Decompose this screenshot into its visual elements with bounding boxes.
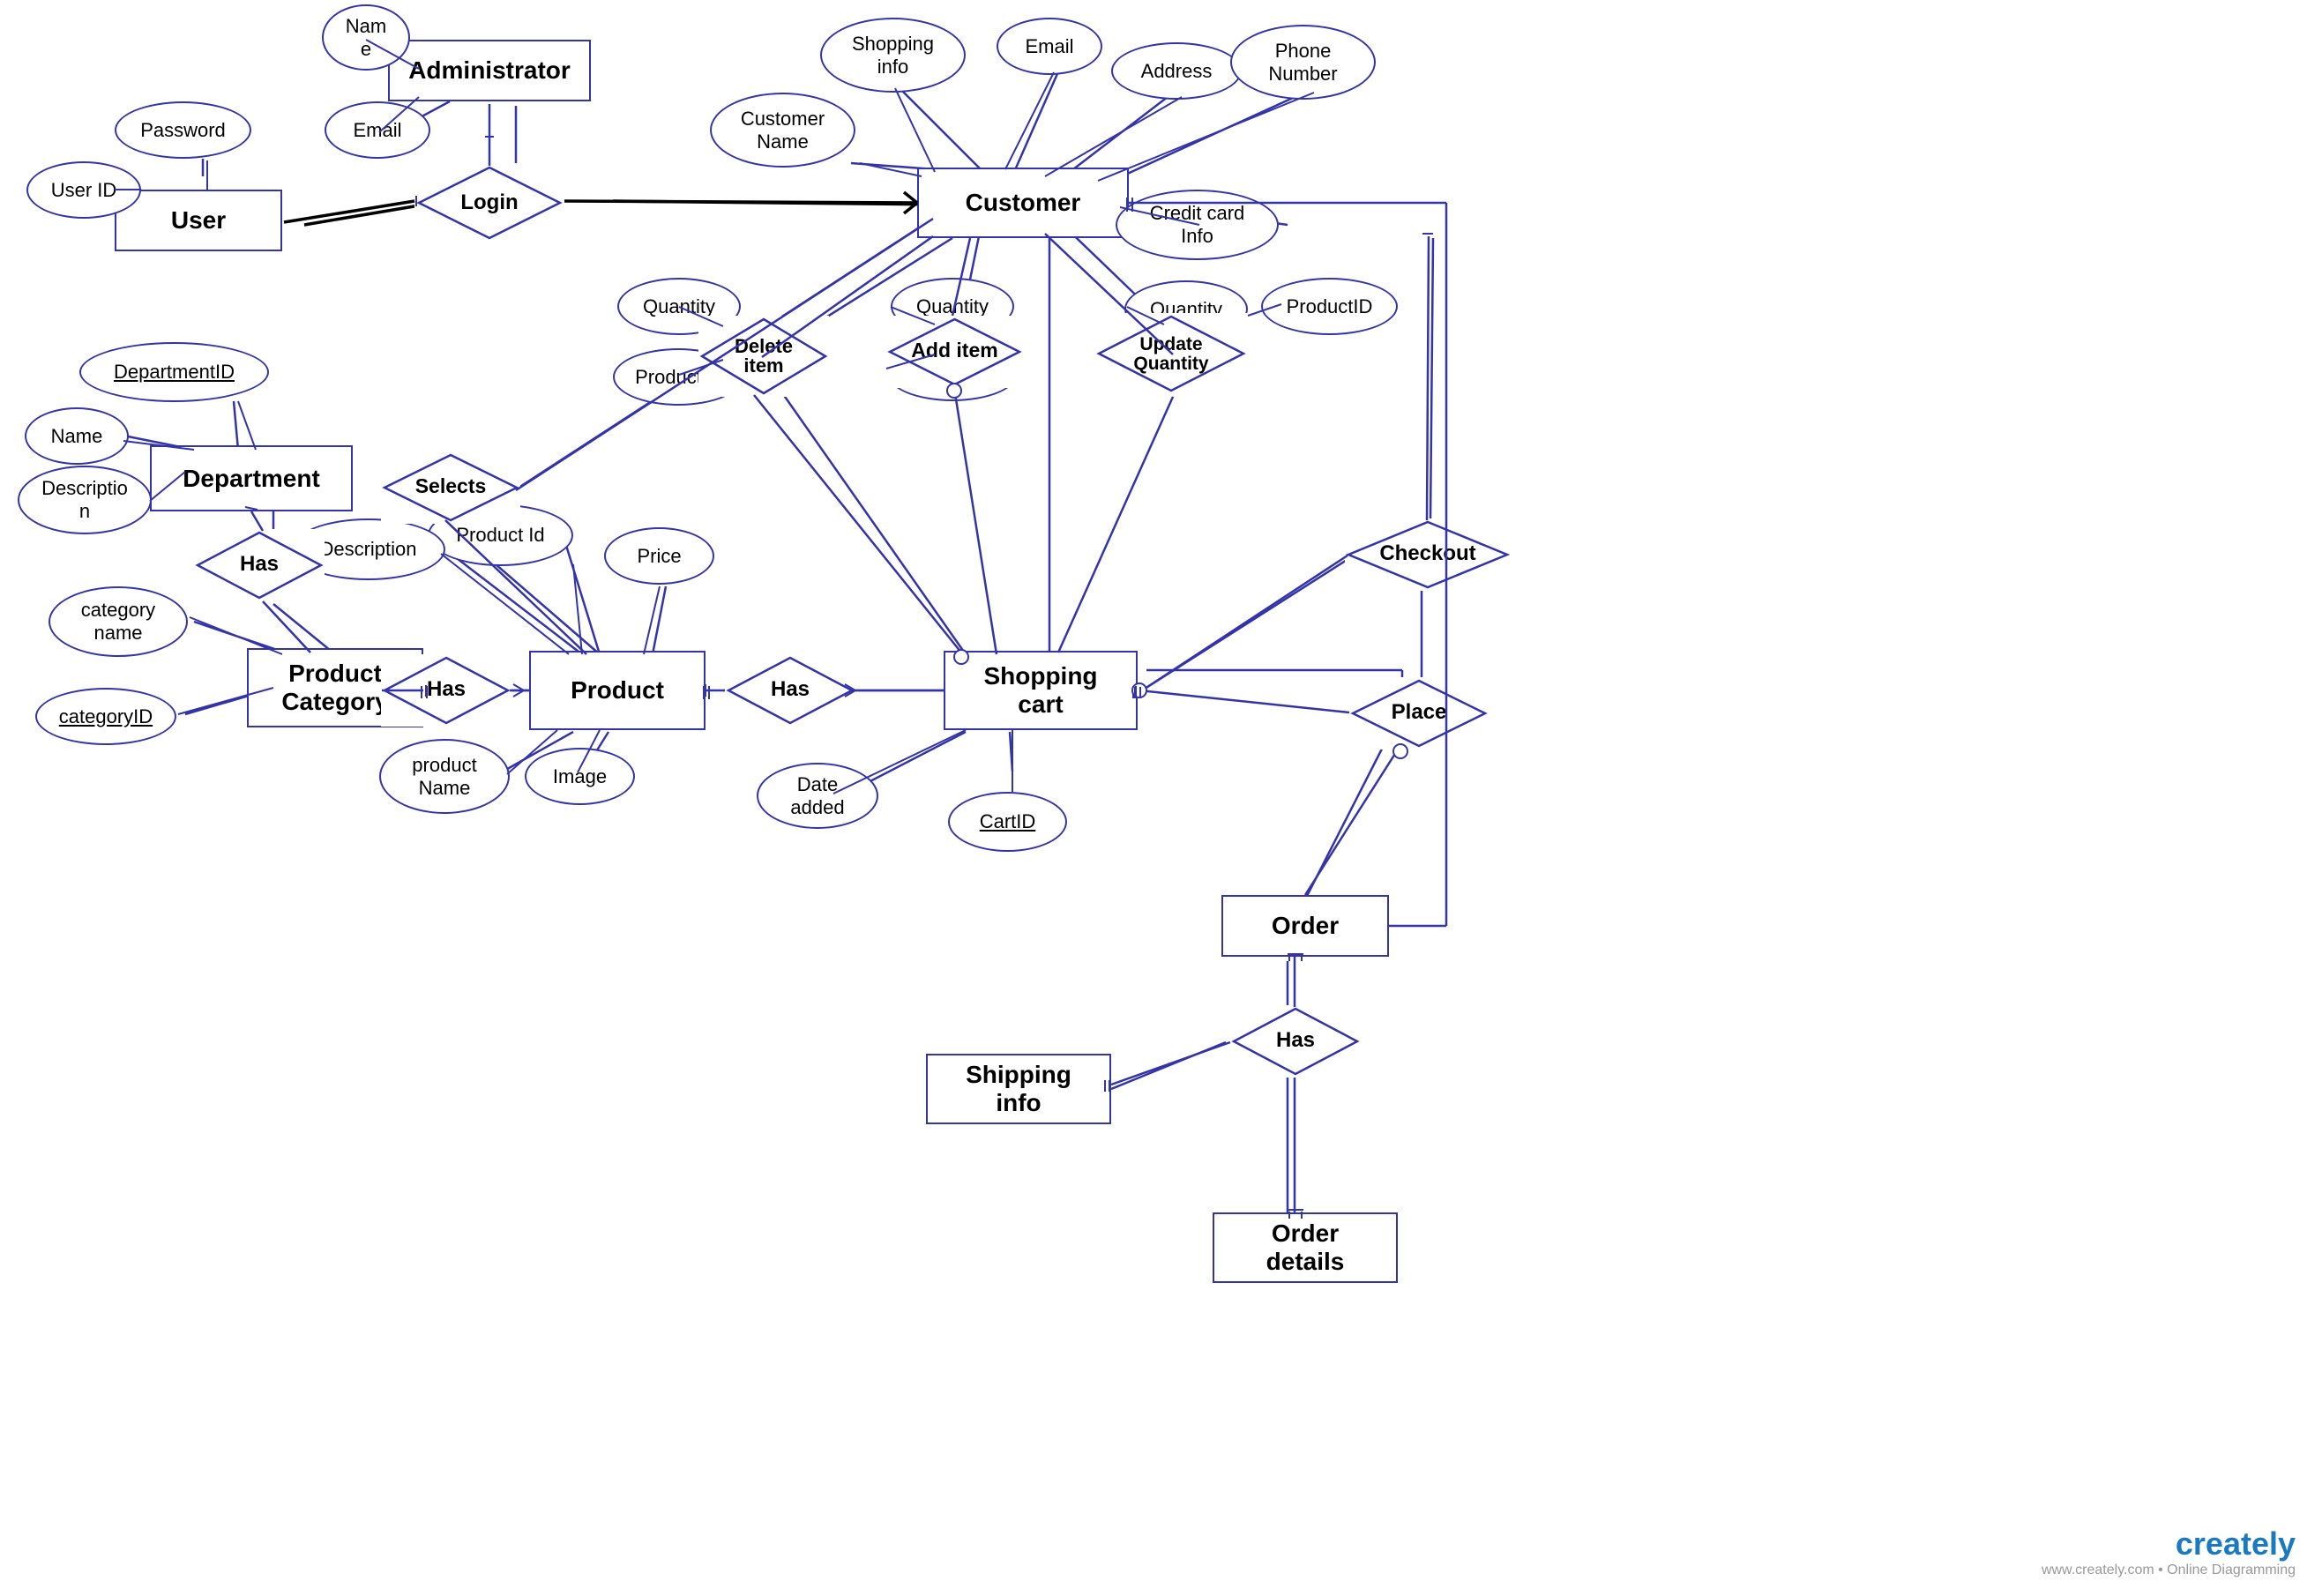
attr-customer-name: CustomerName	[710, 93, 855, 168]
entity-department: Department	[150, 445, 353, 511]
entity-user: User	[115, 190, 282, 251]
attr-dept-name: Name	[25, 407, 129, 465]
svg-text:Selects: Selects	[415, 474, 487, 497]
attr-price: Price	[604, 527, 714, 585]
attr-image: Image	[525, 748, 635, 805]
rel-selects: Selects	[381, 451, 520, 524]
svg-text:Add item: Add item	[911, 339, 997, 362]
attr-category-id: categoryID	[35, 688, 176, 745]
svg-text:Login: Login	[460, 190, 518, 214]
svg-text:Has: Has	[427, 677, 466, 701]
svg-text:Update: Update	[1139, 334, 1202, 354]
attr-credit-card: Credit cardInfo	[1116, 190, 1279, 260]
rel-update-quantity: Update Quantity	[1095, 313, 1247, 394]
attr-admin-email: Email	[325, 101, 430, 159]
attr-address: Address	[1111, 42, 1242, 100]
entity-order-details: Order details	[1213, 1212, 1398, 1283]
entity-shipping-info: Shipping info	[926, 1054, 1111, 1124]
attr-productid-update: ProductID	[1261, 278, 1398, 335]
attr-cart-id: CartID	[948, 792, 1067, 852]
creately-logo: creately	[2176, 1525, 2296, 1562]
attr-category-name: categoryname	[49, 586, 188, 657]
attr-email-customer: Email	[997, 18, 1102, 75]
svg-text:Quantity: Quantity	[1133, 354, 1208, 374]
attr-date-added: Dateadded	[757, 763, 878, 829]
svg-text:item: item	[743, 354, 783, 377]
branding: creately www.creately.com • Online Diagr…	[2042, 1525, 2296, 1578]
entity-login: Login	[414, 163, 564, 242]
entity-shopping-cart: Shopping cart	[944, 651, 1138, 730]
rel-has-order: Has	[1230, 1005, 1361, 1078]
rel-has-dept-cat: Has	[194, 529, 325, 601]
svg-text:Place: Place	[1392, 700, 1447, 724]
svg-text:Checkout: Checkout	[1379, 541, 1475, 565]
attr-shopping-info: Shoppinginfo	[820, 18, 966, 93]
entity-customer: Customer	[917, 168, 1129, 238]
attr-product-name: productName	[379, 739, 510, 814]
attr-dept-description: Description	[18, 466, 152, 534]
attr-admin-name: Name	[322, 4, 410, 71]
rel-has-prod-cart: Has	[725, 654, 855, 727]
rel-add-item: Add item	[886, 316, 1023, 388]
svg-text:Has: Has	[771, 677, 810, 701]
creately-url: www.creately.com • Online Diagramming	[2042, 1562, 2296, 1578]
attr-department-id: DepartmentID	[79, 342, 269, 402]
attr-password: Password	[115, 101, 251, 159]
entity-administrator: Administrator	[388, 40, 591, 101]
rel-has-cat-prod: Has	[381, 654, 511, 727]
svg-text:Has: Has	[240, 552, 279, 576]
entity-order: Order	[1221, 895, 1389, 957]
attr-user-id: User ID	[26, 161, 141, 219]
rel-checkout: Checkout	[1345, 518, 1511, 591]
attr-phone-number: PhoneNumber	[1230, 25, 1376, 100]
rel-place: Place	[1349, 677, 1489, 750]
rel-delete-item: Delete item	[698, 316, 829, 397]
entity-product: Product	[529, 651, 706, 730]
svg-text:Has: Has	[1276, 1028, 1315, 1052]
